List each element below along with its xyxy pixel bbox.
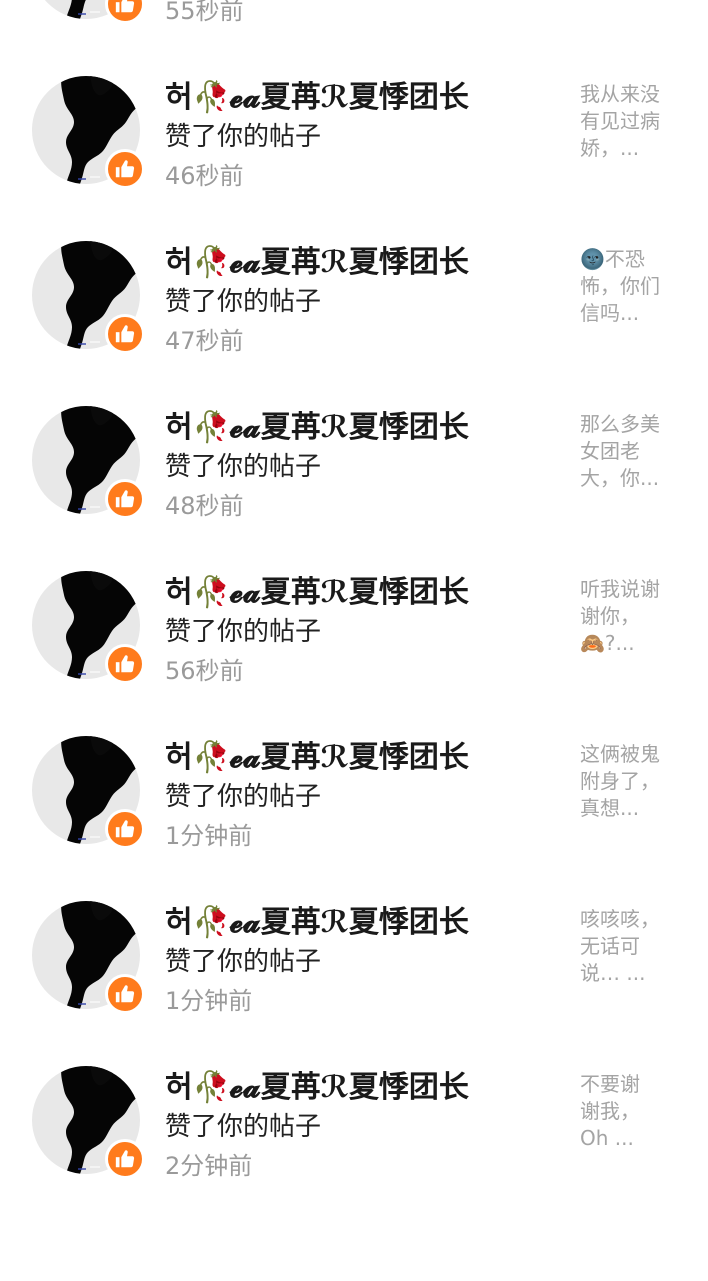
thumbs-up-icon — [115, 985, 135, 1003]
timestamp: 46秒前 — [165, 162, 244, 190]
preview-line-3: 说… ... — [580, 961, 646, 985]
preview-line-2: 有见过病 — [580, 109, 660, 133]
action-text: 赞了你的帖子 — [165, 287, 322, 317]
like-badge — [105, 314, 145, 354]
notification-list: 허🥀𝓮𝓪夏苒ℛ夏悸团长 赞了你的帖子 55秒前 Wow，怎 么感觉涨 了... — [0, 0, 708, 1195]
avatar-container[interactable] — [32, 1066, 145, 1179]
avatar-container[interactable] — [32, 571, 145, 684]
avatar-container[interactable] — [32, 406, 145, 519]
notification-item[interactable]: 허🥀𝓮𝓪夏苒ℛ夏悸团长 赞了你的帖子 1分钟前 咳咳咳， 无话可 说… ... — [0, 865, 708, 1030]
user-name[interactable]: 허🥀𝓮𝓪夏苒ℛ夏悸团长 — [165, 408, 469, 448]
thumbs-up-icon — [115, 1150, 135, 1168]
preview-line-3: Oh ... — [580, 1126, 634, 1150]
thumbs-up-icon — [115, 655, 135, 673]
notification-item[interactable]: 허🥀𝓮𝓪夏苒ℛ夏悸团长 赞了你的帖子 1分钟前 这俩被鬼 附身了， 真想... — [0, 700, 708, 865]
action-text: 赞了你的帖子 — [165, 122, 322, 152]
user-name[interactable]: 허🥀𝓮𝓪夏苒ℛ夏悸团长 — [165, 738, 469, 778]
preview-line-2: 附身了， — [580, 769, 660, 793]
preview-line-1: 这俩被鬼 — [580, 742, 660, 766]
post-preview[interactable]: 🌚不恐 怖，你们 信吗... — [580, 246, 690, 327]
preview-line-3: 🙈?... — [580, 631, 635, 655]
notification-item[interactable]: 허🥀𝓮𝓪夏苒ℛ夏悸团长 赞了你的帖子 2分钟前 不要谢 谢我， Oh ... — [0, 1030, 708, 1195]
like-badge — [105, 809, 145, 849]
post-preview[interactable]: 不要谢 谢我， Oh ... — [580, 1071, 690, 1152]
thumbs-up-icon — [115, 160, 135, 178]
like-badge — [105, 974, 145, 1014]
post-preview[interactable]: 这俩被鬼 附身了， 真想... — [580, 741, 690, 822]
preview-line-1: 那么多美 — [580, 412, 660, 436]
avatar-container[interactable] — [32, 0, 145, 24]
post-preview[interactable]: 我从来没 有见过病 娇，... — [580, 81, 690, 162]
thumbs-up-icon — [115, 325, 135, 343]
post-preview[interactable]: 那么多美 女团老 大，你... — [580, 411, 690, 492]
notification-item[interactable]: 허🥀𝓮𝓪夏苒ℛ夏悸团长 赞了你的帖子 55秒前 Wow，怎 么感觉涨 了... — [0, 0, 708, 40]
notification-item[interactable]: 허🥀𝓮𝓪夏苒ℛ夏悸团长 赞了你的帖子 48秒前 那么多美 女团老 大，你... — [0, 370, 708, 535]
user-name[interactable]: 허🥀𝓮𝓪夏苒ℛ夏悸团长 — [165, 903, 469, 943]
thumbs-up-icon — [115, 490, 135, 508]
like-badge — [105, 0, 145, 24]
timestamp: 2分钟前 — [165, 1152, 253, 1180]
preview-line-2: 怖，你们 — [580, 274, 660, 298]
preview-line-3: 大，你... — [580, 466, 660, 490]
timestamp: 1分钟前 — [165, 822, 253, 850]
preview-line-1: 🌚不恐 — [580, 247, 645, 271]
notification-item[interactable]: 허🥀𝓮𝓪夏苒ℛ夏悸团长 赞了你的帖子 46秒前 我从来没 有见过病 娇，... — [0, 40, 708, 205]
avatar-container[interactable] — [32, 76, 145, 189]
preview-line-1: 不要谢 — [580, 1072, 640, 1096]
user-name[interactable]: 허🥀𝓮𝓪夏苒ℛ夏悸团长 — [165, 573, 469, 613]
avatar-container[interactable] — [32, 736, 145, 849]
preview-line-3: 信吗... — [580, 301, 640, 325]
user-name[interactable]: 허🥀𝓮𝓪夏苒ℛ夏悸团长 — [165, 243, 469, 283]
action-text: 赞了你的帖子 — [165, 947, 322, 977]
preview-line-2: 无话可 — [580, 934, 640, 958]
timestamp: 56秒前 — [165, 657, 244, 685]
notification-item[interactable]: 허🥀𝓮𝓪夏苒ℛ夏悸团长 赞了你的帖子 47秒前 🌚不恐 怖，你们 信吗... — [0, 205, 708, 370]
like-badge — [105, 1139, 145, 1179]
timestamp: 47秒前 — [165, 327, 244, 355]
like-badge — [105, 644, 145, 684]
action-text: 赞了你的帖子 — [165, 1112, 322, 1142]
like-badge — [105, 479, 145, 519]
preview-line-1: 咳咳咳， — [580, 907, 660, 931]
user-name[interactable]: 허🥀𝓮𝓪夏苒ℛ夏悸团长 — [165, 1068, 469, 1108]
timestamp: 48秒前 — [165, 492, 244, 520]
preview-line-2: 女团老 — [580, 439, 640, 463]
timestamp: 1分钟前 — [165, 987, 253, 1015]
preview-line-1: 听我说谢 — [580, 577, 660, 601]
preview-line-2: 谢我， — [580, 1099, 640, 1123]
avatar-container[interactable] — [32, 901, 145, 1014]
thumbs-up-icon — [115, 0, 135, 13]
post-preview[interactable]: 听我说谢 谢你， 🙈?... — [580, 576, 690, 657]
avatar-container[interactable] — [32, 241, 145, 354]
action-text: 赞了你的帖子 — [165, 452, 322, 482]
post-preview[interactable]: 咳咳咳， 无话可 说… ... — [580, 906, 690, 987]
action-text: 赞了你的帖子 — [165, 782, 322, 812]
notification-item[interactable]: 허🥀𝓮𝓪夏苒ℛ夏悸团长 赞了你的帖子 56秒前 听我说谢 谢你， 🙈?... — [0, 535, 708, 700]
preview-line-3: 娇，... — [580, 136, 640, 160]
like-badge — [105, 149, 145, 189]
preview-line-1: 我从来没 — [580, 82, 660, 106]
preview-line-3: 真想... — [580, 796, 640, 820]
timestamp: 55秒前 — [165, 0, 244, 25]
user-name[interactable]: 허🥀𝓮𝓪夏苒ℛ夏悸团长 — [165, 78, 469, 118]
preview-line-2: 谢你， — [580, 604, 640, 628]
thumbs-up-icon — [115, 820, 135, 838]
action-text: 赞了你的帖子 — [165, 617, 322, 647]
